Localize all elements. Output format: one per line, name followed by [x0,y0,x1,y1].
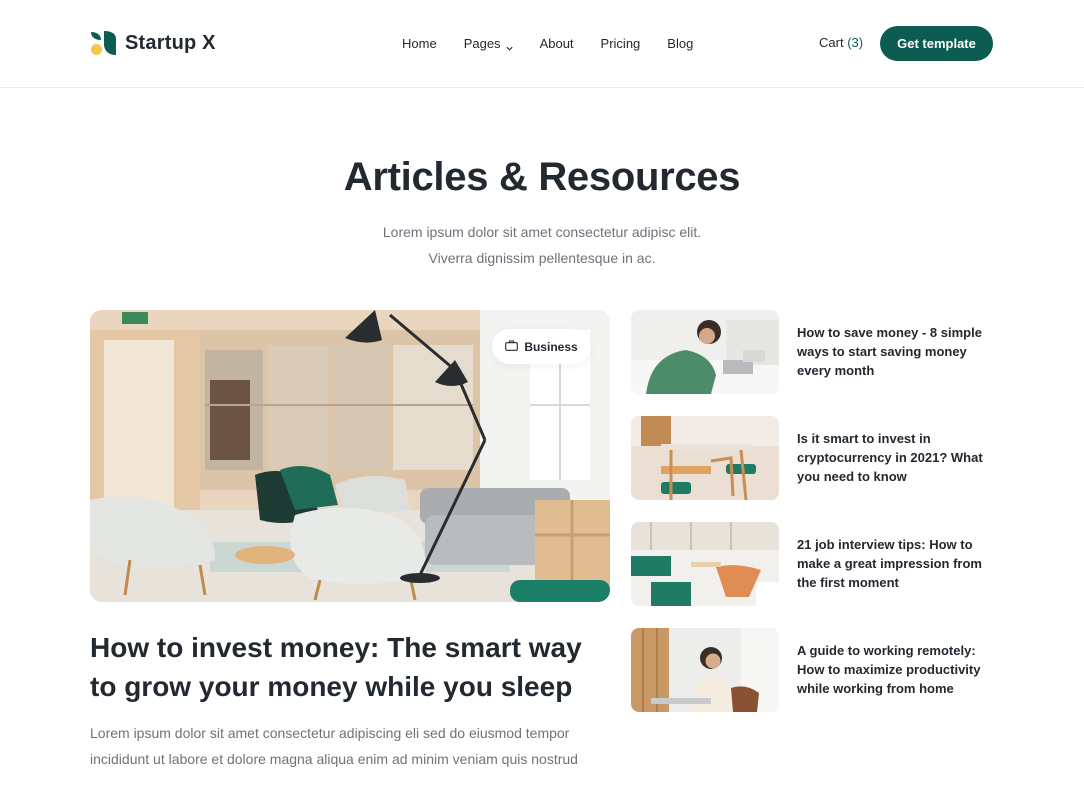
featured-article-excerpt: Lorem ipsum dolor sit amet consectetur a… [90,725,578,767]
badge-label: Business [524,339,578,354]
main-nav: Home Pages About Pricing Blog [402,35,720,51]
briefcase-icon [505,339,519,354]
nav-pricing[interactable]: Pricing [601,35,641,51]
nav-pages[interactable]: Pages [464,35,513,51]
section-subtitle: Lorem ipsum dolor sit amet consectetur a… [0,219,1084,271]
section-title: Articles & Resources [343,155,741,199]
logo-link[interactable]: Startup X [90,29,216,57]
nav-pages-label: Pages [463,35,501,51]
subtitle-line-2: Viverra dignissim pellentesque in ac. [428,250,656,266]
site-header: Startup X Home Pages About Pricing Blog … [0,0,1084,88]
article-title[interactable]: 21 job interview tips: How to make a gre… [797,522,993,606]
article-title[interactable]: A guide to working remotely: How to maxi… [797,628,993,712]
article-title[interactable]: Is it smart to invest in cryptocurrency … [797,416,993,500]
article-thumbnail[interactable] [631,522,779,606]
get-template-button[interactable]: Get template [880,26,993,61]
article-card[interactable]: 21 job interview tips: How to make a gre… [631,522,993,606]
article-thumbnail[interactable] [631,628,779,712]
subtitle-line-1: Lorem ipsum dolor sit amet consectetur a… [382,224,702,240]
cart-label: Cart [819,35,844,50]
leaf-logo-icon [90,29,117,57]
nav-home[interactable]: Home [402,35,437,51]
article-card[interactable]: A guide to working remotely: How to maxi… [631,628,993,712]
article-card[interactable]: Is it smart to invest in cryptocurrency … [631,416,993,500]
featured-article-title[interactable]: How to invest money: The smart way to gr… [90,628,610,706]
brand-name: Startup X [125,31,216,54]
article-title[interactable]: How to save money - 8 simple ways to sta… [797,310,993,394]
category-badge[interactable]: Business [492,329,591,364]
cart-link[interactable]: Cart (3) [819,35,863,50]
article-thumbnail[interactable] [631,310,779,394]
nav-blog[interactable]: Blog [667,35,693,51]
nav-about[interactable]: About [540,35,574,51]
chevron-down-icon [505,40,513,51]
article-thumbnail[interactable] [631,416,779,500]
cart-count: (3) [847,35,864,50]
article-card[interactable]: How to save money - 8 simple ways to sta… [631,310,993,394]
